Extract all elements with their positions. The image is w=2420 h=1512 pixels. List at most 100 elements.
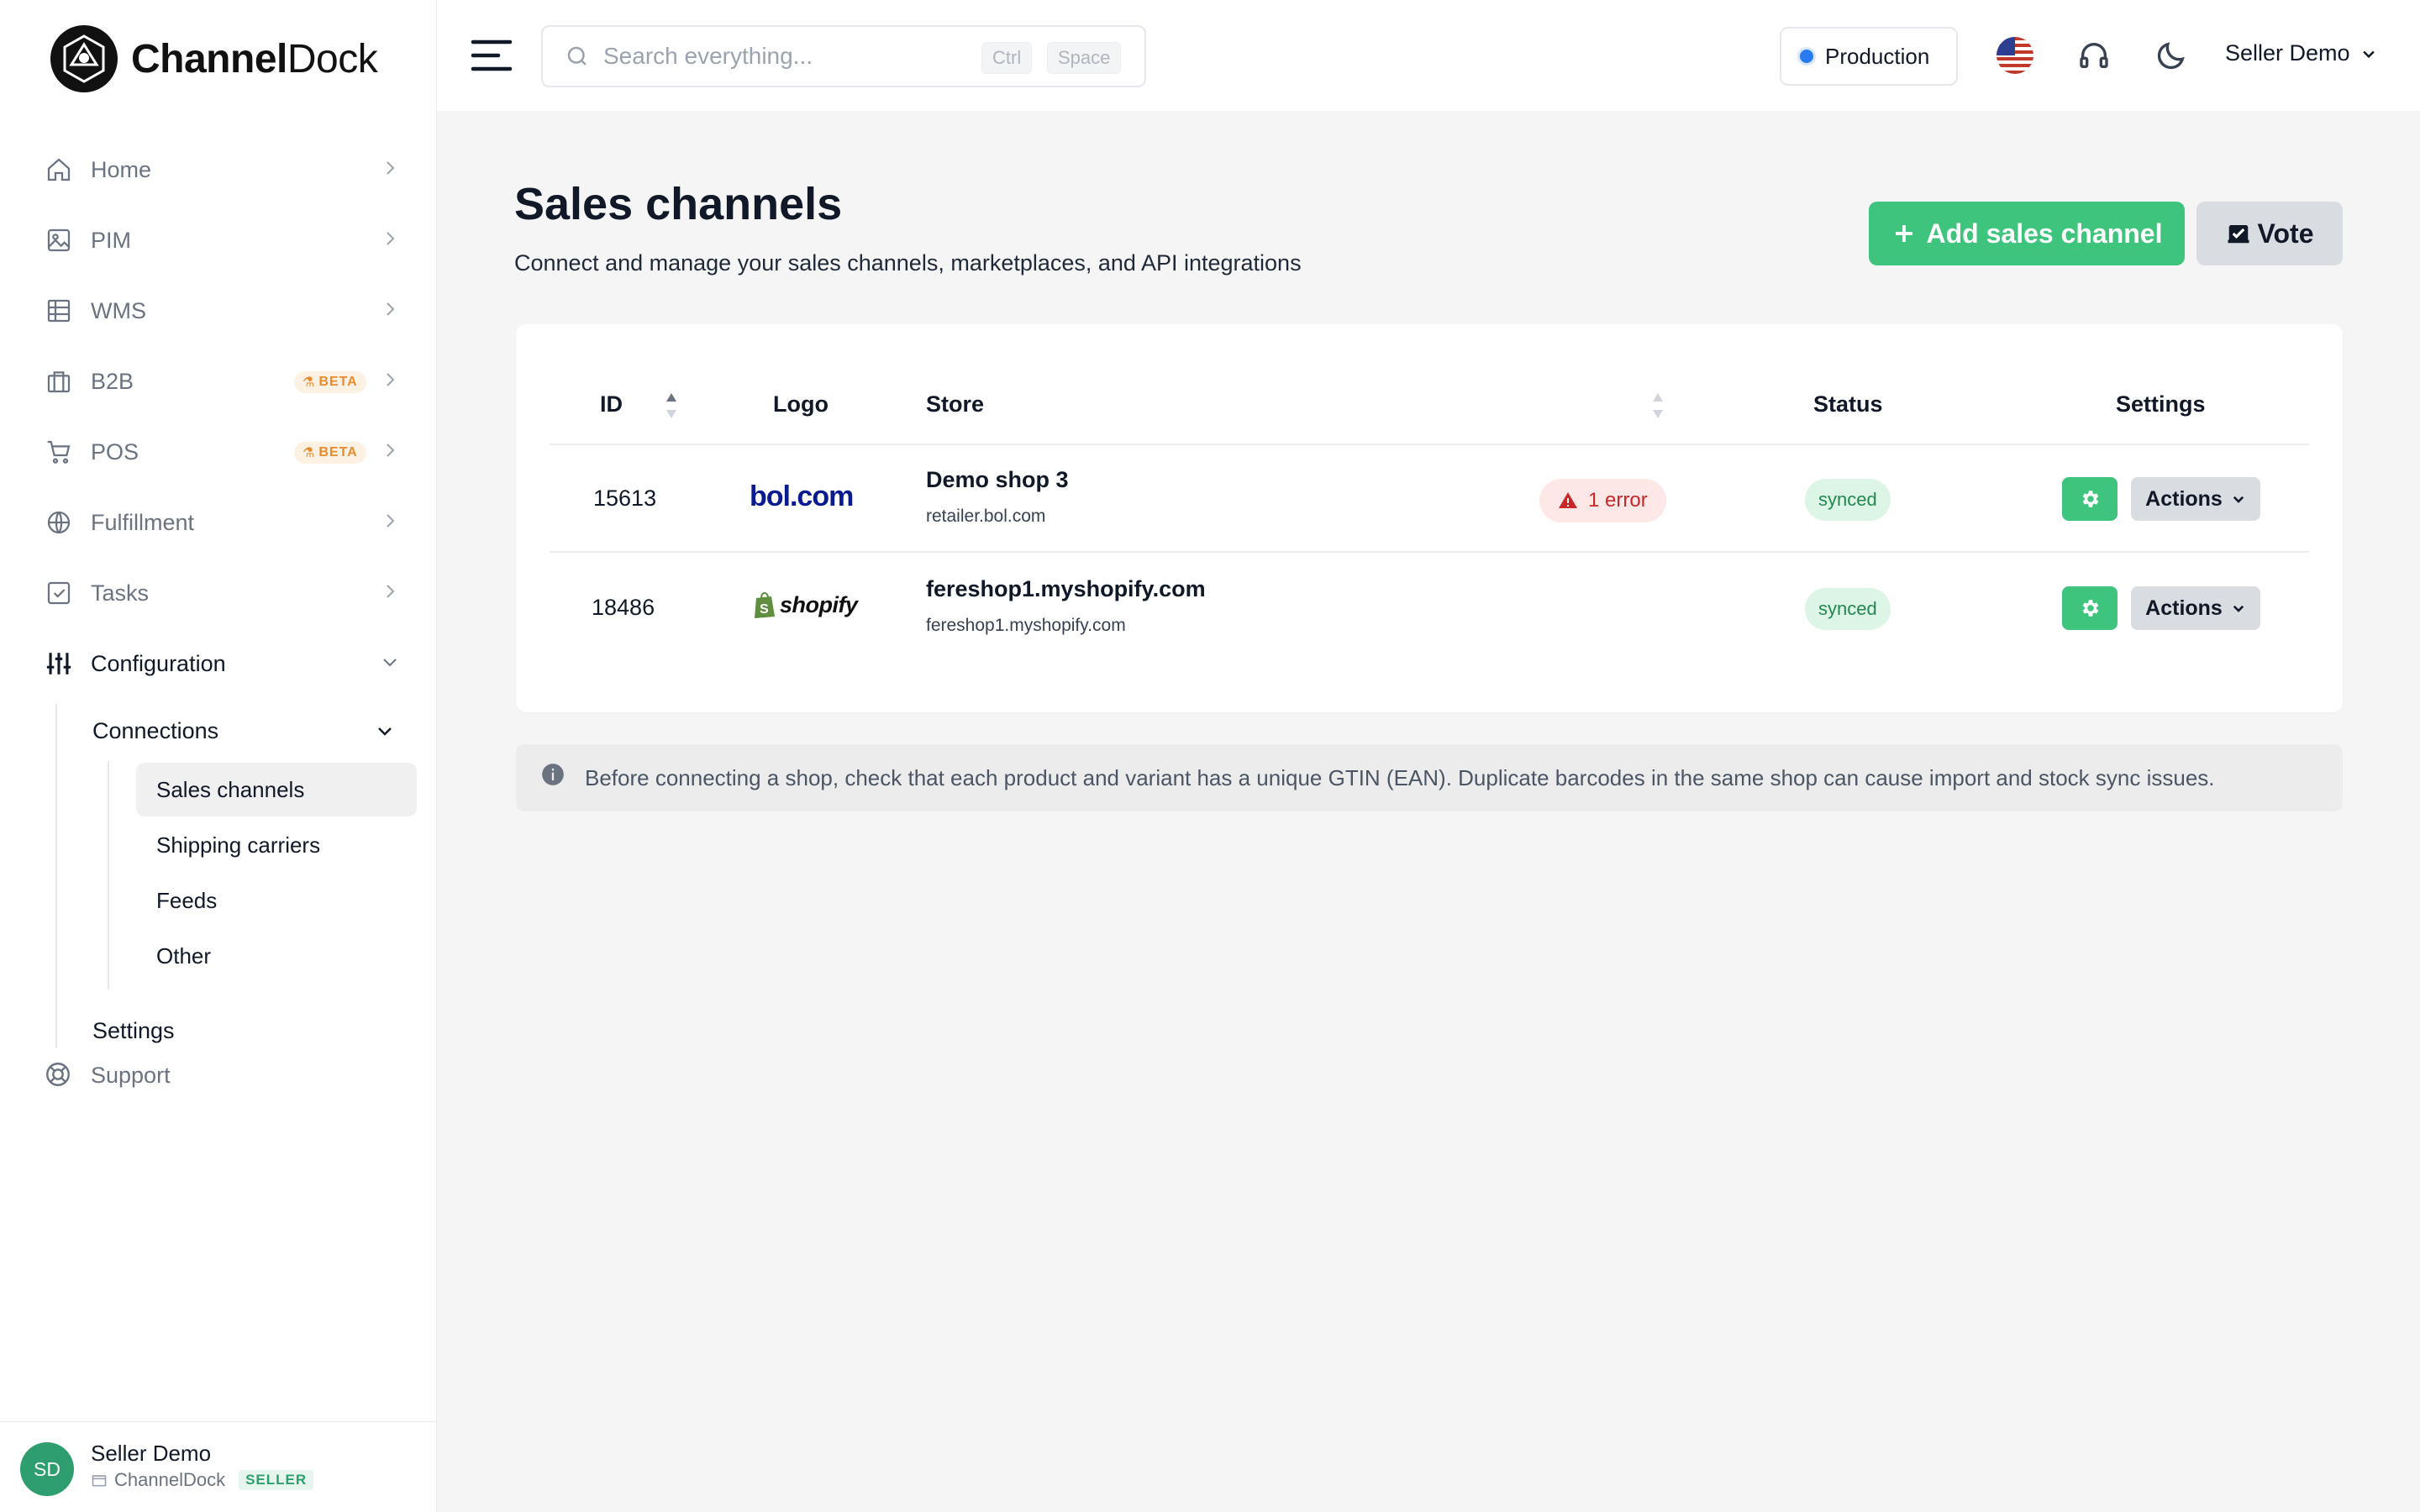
cart-icon xyxy=(44,437,74,467)
chevron-down-icon xyxy=(2233,605,2244,612)
row-divider xyxy=(550,444,2309,445)
gear-icon xyxy=(2082,491,2099,507)
sales-channels-table: ID Logo Store Status Settings 15613 bol.… xyxy=(516,324,2343,712)
sidebar-item-label: Home xyxy=(91,156,152,182)
sidebar-item-pim[interactable]: PIM xyxy=(0,205,437,276)
globe-icon xyxy=(44,507,74,538)
gear-icon xyxy=(2082,600,2099,617)
avatar: SD xyxy=(20,1442,74,1496)
chevron-right-icon xyxy=(387,302,395,316)
column-header-status: Status xyxy=(1813,391,1883,417)
status-badge: synced xyxy=(1805,479,1891,521)
sliders-icon xyxy=(44,648,74,679)
sidebar-nav: Home PIM WMS B2B ⚗ BETA POS ⚗ BETA Fulfi… xyxy=(0,134,437,699)
checkbox-icon xyxy=(44,578,74,608)
flask-icon: ⚗ xyxy=(302,375,316,390)
info-icon xyxy=(542,764,564,785)
row-divider xyxy=(550,551,2309,553)
store-url: fereshop1.myshopify.com xyxy=(926,616,1126,635)
shortcut-key-ctrl: Ctrl xyxy=(981,42,1033,74)
page-title: Sales channels xyxy=(514,179,843,229)
chevron-right-icon xyxy=(387,514,395,528)
sort-icon[interactable] xyxy=(1650,391,1665,420)
channel-settings-button[interactable] xyxy=(2062,586,2118,630)
error-badge[interactable]: 1 error xyxy=(1539,479,1666,522)
chevron-right-icon xyxy=(387,161,395,175)
sidebar-item-configuration[interactable]: Configuration xyxy=(0,628,437,699)
environment-status-dot xyxy=(1800,50,1813,63)
top-bar: Ctrl Space Production Seller Demo xyxy=(437,0,2420,111)
table-icon xyxy=(44,296,74,326)
sidebar-item-label: POS xyxy=(91,438,139,465)
vote-button[interactable]: Vote xyxy=(2196,202,2343,265)
sidebar-item-pos[interactable]: POS ⚗ BETA xyxy=(0,417,437,487)
sidebar-item-fulfillment[interactable]: Fulfillment xyxy=(0,487,437,558)
status-badge: synced xyxy=(1805,588,1891,630)
channel-id: 15613 xyxy=(593,486,657,511)
environment-label: Production xyxy=(1825,43,1930,69)
menu-icon[interactable] xyxy=(471,39,513,72)
sort-asc-icon[interactable] xyxy=(664,391,679,420)
actions-dropdown[interactable]: Actions xyxy=(2131,586,2260,630)
store-cell[interactable]: fereshop1.myshopify.com fereshop1.myshop… xyxy=(926,576,1206,636)
page-subtitle: Connect and manage your sales channels, … xyxy=(514,250,1302,276)
chevron-right-icon xyxy=(387,585,395,598)
search-icon xyxy=(567,46,587,66)
sidebar-item-tasks[interactable]: Tasks xyxy=(0,558,437,628)
column-header-logo: Logo xyxy=(773,391,829,417)
headset-icon[interactable] xyxy=(2077,39,2111,72)
beta-badge: ⚗ BETA xyxy=(294,442,366,464)
sidebar-item-label: PIM xyxy=(91,227,132,253)
user-company: ChannelDock SELLER xyxy=(91,1469,314,1491)
sidebar-item-b2b[interactable]: B2B ⚗ BETA xyxy=(0,346,437,417)
notice-text: Before connecting a shop, check that eac… xyxy=(585,764,2215,790)
user-menu[interactable]: Seller Demo xyxy=(2225,40,2377,66)
add-sales-channel-button[interactable]: Add sales channel xyxy=(1869,202,2185,265)
column-header-store[interactable]: Store xyxy=(926,391,984,417)
sidebar-item-support[interactable]: Support xyxy=(44,1060,171,1090)
chevron-right-icon xyxy=(387,373,395,386)
sidebar-item-other[interactable]: Other xyxy=(136,929,417,983)
flask-icon: ⚗ xyxy=(302,446,316,460)
sidebar-item-shipping-carriers[interactable]: Shipping carriers xyxy=(136,818,417,872)
tree-line xyxy=(55,704,57,1048)
store-cell[interactable]: Demo shop 3 retailer.bol.com xyxy=(926,467,1069,527)
sidebar: ChannelDock Home PIM WMS B2B ⚗ BETA POS … xyxy=(0,0,437,1512)
store-name: fereshop1.myshopify.com xyxy=(926,576,1206,601)
channel-settings-button[interactable] xyxy=(2062,477,2118,521)
role-badge: SELLER xyxy=(239,1470,314,1490)
chevron-down-icon xyxy=(383,659,397,667)
us-flag-icon[interactable] xyxy=(1996,37,2033,74)
search-input[interactable] xyxy=(603,43,956,70)
tree-line xyxy=(108,761,109,990)
shopify-logo: S shopify xyxy=(753,591,858,618)
chevron-right-icon xyxy=(387,232,395,245)
search-box[interactable]: Ctrl Space xyxy=(541,25,1146,87)
svg-text:S: S xyxy=(760,602,769,617)
chevron-down-icon xyxy=(2233,496,2244,503)
brand-name: ChannelDock xyxy=(131,36,378,81)
sidebar-item-label: Support xyxy=(91,1062,171,1088)
brand-logo[interactable]: ChannelDock xyxy=(50,24,378,94)
chevron-right-icon xyxy=(387,444,395,457)
chevron-down-icon[interactable] xyxy=(375,721,395,741)
vote-icon xyxy=(2228,225,2249,244)
sidebar-item-feeds[interactable]: Feeds xyxy=(136,874,417,927)
user-profile[interactable]: SD Seller Demo ChannelDock SELLER xyxy=(0,1421,437,1512)
sidebar-item-settings[interactable]: Settings xyxy=(92,1018,175,1044)
actions-dropdown[interactable]: Actions xyxy=(2131,477,2260,521)
sidebar-item-connections[interactable]: Connections xyxy=(92,718,218,744)
shortcut-key-space: Space xyxy=(1047,42,1122,74)
warning-icon xyxy=(1559,492,1577,508)
channel-id: 18486 xyxy=(592,595,655,620)
sidebar-item-home[interactable]: Home xyxy=(0,134,437,205)
environment-selector[interactable]: Production xyxy=(1780,27,1958,86)
column-header-id[interactable]: ID xyxy=(600,391,623,417)
beta-badge: ⚗ BETA xyxy=(294,371,366,393)
sidebar-item-sales-channels[interactable]: Sales channels xyxy=(136,763,417,816)
sidebar-item-label: Configuration xyxy=(91,650,226,676)
sidebar-item-wms[interactable]: WMS xyxy=(0,276,437,346)
home-icon xyxy=(44,155,74,185)
store-name: Demo shop 3 xyxy=(926,467,1069,492)
moon-icon[interactable] xyxy=(2154,39,2188,72)
